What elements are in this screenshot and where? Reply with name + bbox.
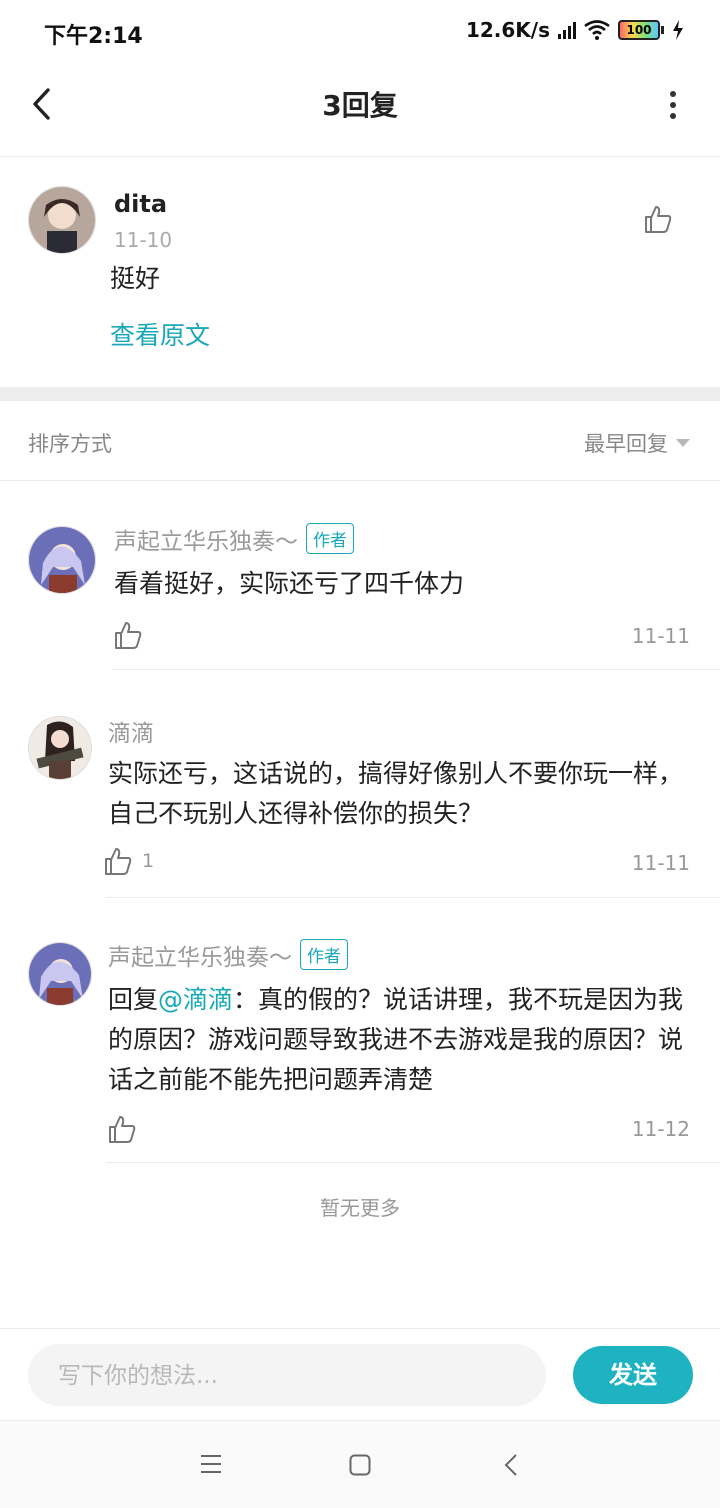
reply-divider [112,669,720,670]
reply-content: 回复@滴滴：真的假的？说话讲理，我不玩是因为我的原因？游戏问题导致我进不去游戏是… [108,980,688,1100]
thumbs-up-icon [109,1116,136,1143]
avatar[interactable] [28,526,96,594]
author-badge: 作者 [306,523,354,554]
status-time: 下午2:14 [44,24,143,49]
reply-header: 声起立华乐独奏～ 作者 [108,938,348,972]
reply-like-button[interactable] [108,1114,136,1148]
sort-divider [0,480,720,481]
home-square-icon [349,1454,371,1476]
reply-header: 声起立华乐独奏～ 作者 [114,522,354,556]
mention-link[interactable]: @滴滴 [158,985,233,1014]
send-button[interactable]: 发送 [573,1346,693,1404]
home-button[interactable] [349,1454,371,1480]
post-username[interactable]: dita [114,190,167,218]
avatar[interactable] [28,716,92,780]
reply-divider [106,897,720,898]
battery-level: 100 [618,20,660,40]
reply-date: 11-11 [631,851,690,875]
post-content: 挺好 [110,264,161,293]
avatar[interactable] [28,186,96,254]
post-date: 11-10 [114,228,173,252]
like-count: 1 [142,850,155,872]
no-more-text: 暂无更多 [320,1196,400,1220]
more-vertical-icon [670,91,676,119]
comment-input-wrapper[interactable] [28,1344,546,1408]
avatar-image [29,943,91,1005]
nav-back-icon [504,1454,517,1476]
avatar-image [29,187,95,253]
thumbs-up-icon [115,622,142,649]
charging-icon [673,20,683,40]
reply-username[interactable]: 滴滴 [108,714,154,748]
view-original-link[interactable]: 查看原文 [110,316,210,352]
reply-like-button[interactable]: 1 [104,846,154,876]
caret-down-icon [676,439,690,447]
page-title: 3回复 [322,89,398,122]
reply-divider [106,1162,720,1163]
reply-prefix: 回复 [108,985,159,1014]
thumbs-up-icon [645,206,672,233]
composer-divider [0,1328,720,1329]
more-options-button[interactable] [666,90,680,120]
section-divider [0,387,720,401]
sort-value: 最早回复 [584,432,668,456]
menu-icon [201,1455,221,1473]
reply-date: 11-11 [631,624,690,648]
wifi-icon [584,20,610,40]
reply-like-button[interactable] [114,620,142,654]
network-speed: 12.6K/s [465,18,550,42]
reply-username[interactable]: 声起立华乐独奏～ [108,945,292,971]
reply-date: 11-12 [631,1117,690,1141]
avatar[interactable] [28,942,92,1006]
comment-input[interactable] [56,1344,530,1408]
header-divider [0,156,720,157]
sort-dropdown[interactable]: 最早回复 [584,428,690,458]
status-indicators: 12.6K/s 100 [466,18,684,42]
post-like-button[interactable] [644,204,672,238]
thumbs-up-icon [105,848,132,875]
author-badge: 作者 [300,939,348,970]
reply-username[interactable]: 声起立华乐独奏～ [114,529,298,555]
reply-content: 看着挺好，实际还亏了四千体力 [114,569,465,598]
menu-button[interactable] [200,1454,222,1478]
signal-icon [558,21,576,39]
sort-label: 排序方式 [28,432,112,456]
avatar-image [29,717,91,779]
nav-back-button[interactable] [504,1453,518,1481]
reply-content: 实际还亏，这话说的，搞得好像别人不要你玩一样，自己不玩别人还得补偿你的损失？ [108,759,684,828]
system-nav-bar [0,1420,720,1508]
battery-icon: 100 [618,20,664,40]
avatar-image [29,527,95,593]
